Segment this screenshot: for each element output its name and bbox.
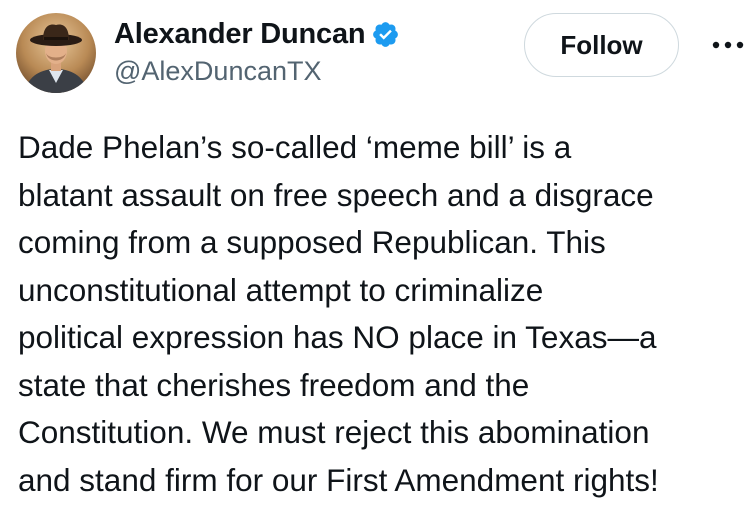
tweet-text: Dade Phelan’s so-called ‘meme bill’ is a… [18, 124, 750, 504]
tweet-text-line: and stand firm for our First Amendment r… [18, 461, 659, 498]
author-display-name[interactable]: Alexander Duncan [114, 18, 366, 51]
follow-button[interactable]: Follow [524, 13, 679, 77]
tweet-text-line: state that cherishes freedom and the [18, 366, 530, 403]
more-options-icon[interactable] [708, 30, 748, 60]
tweet-text-line: Constitution. We must reject this abomin… [18, 414, 650, 450]
avatar-photo [16, 13, 96, 93]
tweet-card: Alexander Duncan @AlexDuncanTX Follow Da… [0, 0, 753, 510]
author-name-row: Alexander Duncan [114, 16, 400, 52]
author-handle[interactable]: @AlexDuncanTX [114, 56, 322, 87]
avatar[interactable] [16, 13, 96, 93]
tweet-text-line: blatant assault on free speech and a dis… [18, 176, 654, 213]
tweet-text-line: Dade Phelan’s so-called ‘meme bill’ is a [18, 129, 572, 165]
tweet-text-line: unconstitutional attempt to criminalize [18, 271, 544, 308]
tweet-text-line: coming from a supposed Republican. This [18, 224, 606, 260]
tweet-text-line: political expression has NO place in Tex… [18, 319, 657, 355]
verified-badge-icon[interactable] [371, 20, 400, 49]
